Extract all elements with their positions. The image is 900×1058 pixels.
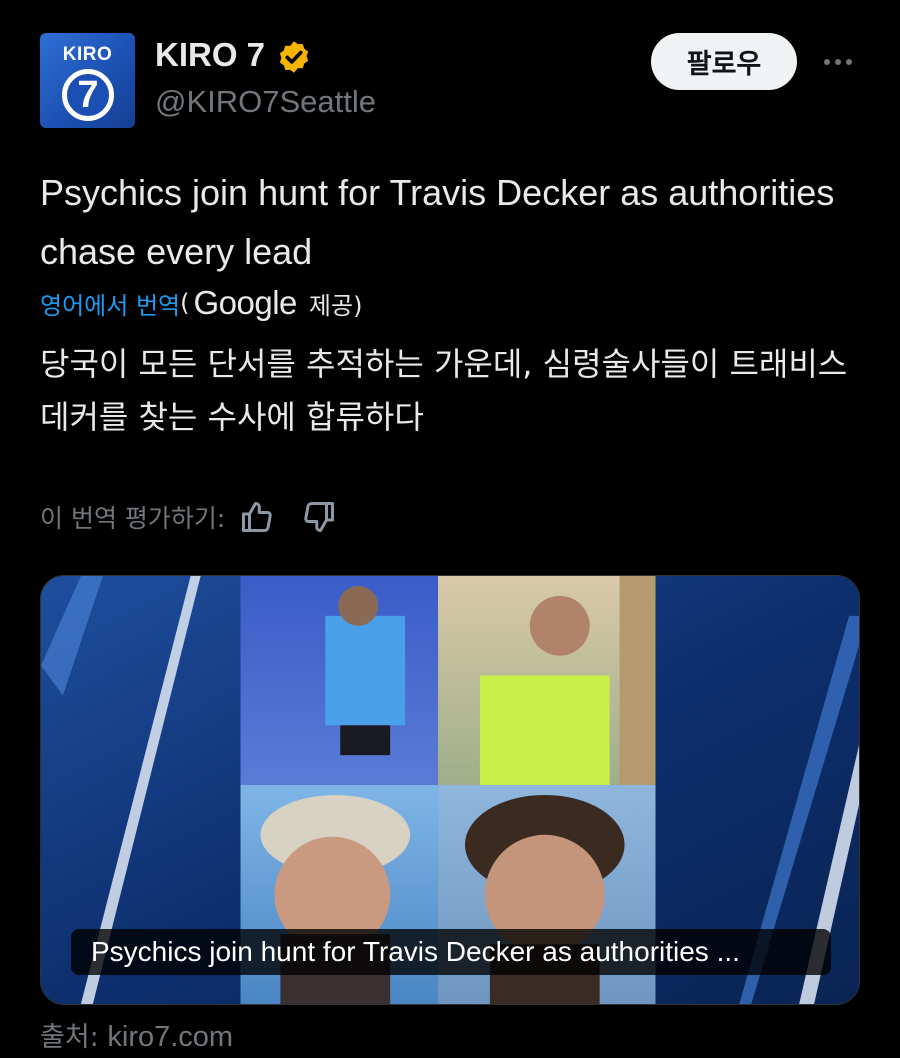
more-dot <box>846 59 852 65</box>
account-handle[interactable]: @KIRO7Seattle <box>155 84 376 120</box>
rate-translation-label: 이 번역 평가하기: <box>40 504 226 533</box>
avatar-logo-text: KIRO <box>62 44 113 65</box>
source-domain[interactable]: kiro7.com <box>107 1021 233 1053</box>
provided-by-label: 제공) <box>308 291 363 320</box>
link-card[interactable]: Psychics join hunt for Travis Decker as … <box>40 575 860 1005</box>
more-options-icon[interactable] <box>818 50 858 74</box>
rate-translation-row: 이 번역 평가하기: <box>40 497 337 537</box>
post-text: Psychics join hunt for Travis Decker as … <box>40 172 835 272</box>
more-dot <box>835 59 841 65</box>
verified-badge-icon[interactable] <box>276 39 312 75</box>
account-name[interactable]: KIRO 7 <box>155 36 265 74</box>
thumbs-up-icon[interactable] <box>239 499 275 535</box>
translation-attribution: 영어에서 번역 ( Google 제공) <box>40 283 362 323</box>
translated-from-link[interactable]: 영어에서 번역 <box>40 286 180 321</box>
link-source[interactable]: 출처: kiro7.com <box>40 1015 233 1054</box>
follow-button[interactable]: 팔로우 <box>651 33 797 90</box>
translated-text: 당국이 모든 단서를 추적하는 가운데, 심령술사들이 트래비스 데커를 찾는 … <box>40 345 848 436</box>
link-card-caption: Psychics join hunt for Travis Decker as … <box>71 929 831 975</box>
open-paren: ( <box>180 289 190 317</box>
more-dot <box>824 59 830 65</box>
account-avatar[interactable]: KIRO 7 <box>40 33 135 128</box>
thumbs-down-icon[interactable] <box>301 499 337 535</box>
source-label: 출처: <box>40 1022 99 1053</box>
avatar-logo-number: 7 <box>77 74 99 116</box>
google-logo: Google <box>193 284 297 321</box>
